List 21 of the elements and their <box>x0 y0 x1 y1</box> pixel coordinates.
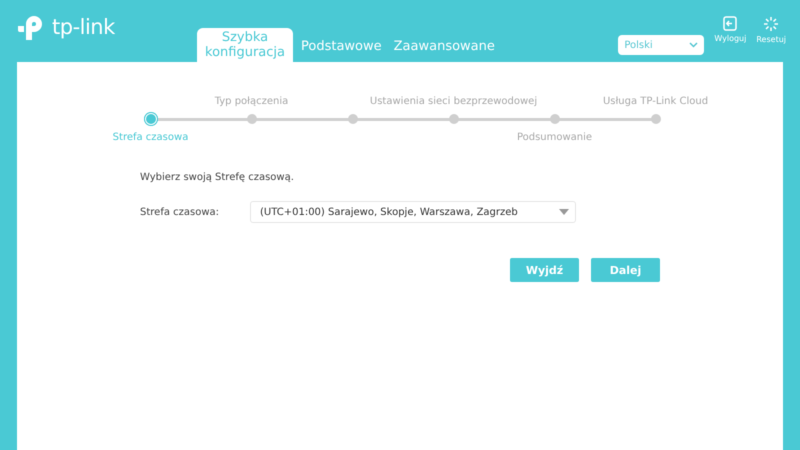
logo-text: tp-link <box>52 15 115 39</box>
instruction-text: Wybierz swoją Strefę czasową. <box>140 172 295 183</box>
logout-icon <box>723 16 738 31</box>
exit-button[interactable]: Wyjdź <box>510 258 579 282</box>
step-label: Podsumowanie <box>516 132 592 142</box>
nav-tab[interactable]: Podstawowe <box>297 39 386 62</box>
step-label: Ustawienia sieci bezprzewodowej <box>370 96 538 106</box>
timezone-select[interactable]: (UTC+01:00) Sarajewo, Skopje, Warszawa, Zagrzeb <box>250 201 576 223</box>
step-label: Typ połączenia <box>214 96 288 106</box>
step-label: Strefa czasowa <box>112 132 188 142</box>
dropdown-icon <box>559 209 569 215</box>
nav-tab[interactable]: Zaawansowane <box>390 39 499 62</box>
field-label: Strefa czasowa: <box>140 206 220 218</box>
language-select[interactable]: Polski <box>618 35 704 55</box>
next-button[interactable]: Dalej <box>591 258 660 282</box>
nav-tab[interactable]: Szybka konfiguracja <box>197 28 293 62</box>
chevron-icon <box>689 42 698 48</box>
spinner-icon <box>763 16 780 32</box>
step-label: Usługa TP-Link Cloud <box>602 96 708 106</box>
reset-button[interactable]: Resetuj <box>756 16 786 44</box>
logout-button[interactable]: Wyloguj <box>714 16 746 43</box>
